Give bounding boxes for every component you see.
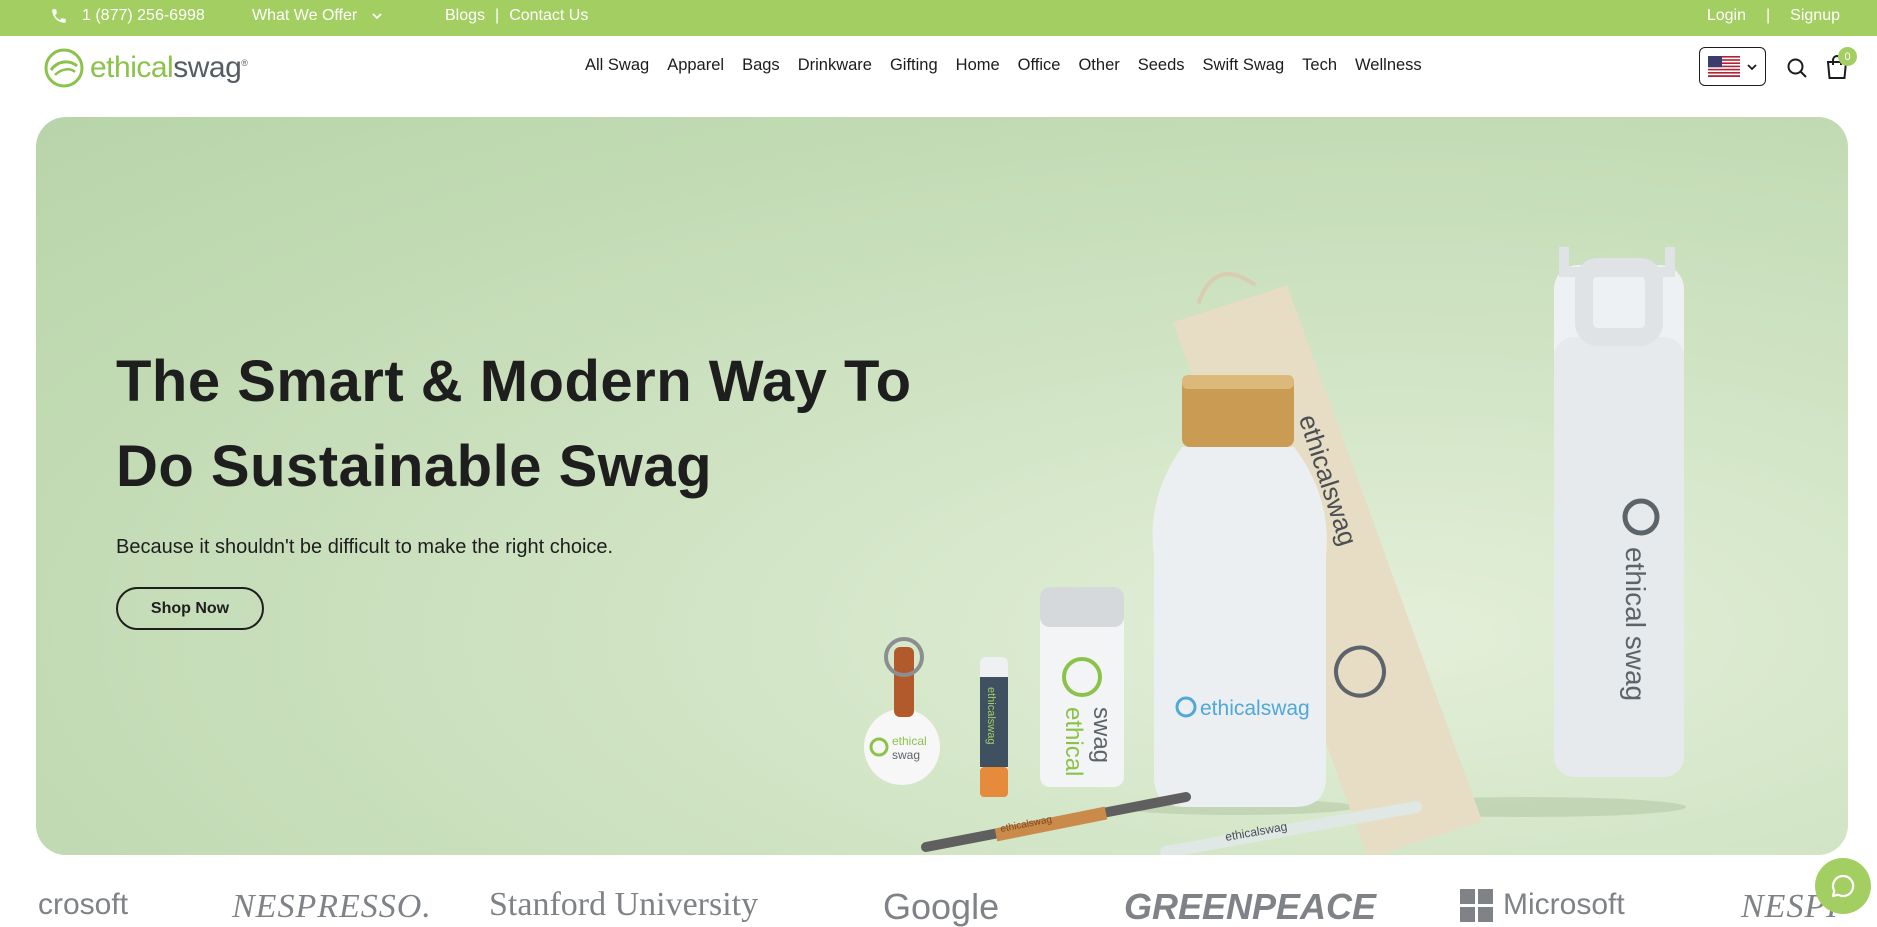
- nav-apparel[interactable]: Apparel: [667, 56, 724, 75]
- brand-logo-nespresso: NESPRESSO.: [232, 888, 432, 925]
- auth-separator: |: [1766, 7, 1771, 24]
- phone-link[interactable]: 1 (877) 256-6998: [50, 7, 205, 25]
- search-icon[interactable]: [1785, 56, 1809, 80]
- logo-text-swag: swag: [173, 51, 242, 84]
- nav-wellness[interactable]: Wellness: [1355, 56, 1422, 75]
- nav-office[interactable]: Office: [1018, 56, 1061, 75]
- chat-button[interactable]: [1815, 858, 1871, 914]
- hero-title: The Smart & Modern Way To Do Sustainable…: [116, 339, 1016, 509]
- tall-flask: ethical swag: [1554, 247, 1684, 777]
- contact-us-link[interactable]: Contact Us: [509, 7, 588, 25]
- microsoft-grid-icon: [1460, 888, 1493, 922]
- nav-other[interactable]: Other: [1078, 56, 1119, 75]
- topbar-links: Blogs | Contact Us: [445, 7, 588, 25]
- blogs-link[interactable]: Blogs: [445, 7, 485, 25]
- brand-logo-microsoft-2: Microsoft: [1460, 888, 1625, 922]
- nav-all-swag[interactable]: All Swag: [585, 56, 649, 75]
- hero-title-line-2: Do Sustainable Swag: [116, 434, 713, 499]
- main-header: ethicalswag® All Swag Apparel Bags Drink…: [0, 36, 1877, 116]
- keychain-label-2: swag: [892, 748, 920, 762]
- hero-title-line-1: The Smart & Modern Way To: [116, 349, 912, 414]
- logo-registered-mark: ®: [241, 58, 248, 68]
- brand-logo-greenpeace: GREENPEACE: [1124, 886, 1377, 927]
- power-bank: ethical swag: [1040, 587, 1124, 787]
- leaf-logo-icon: [44, 48, 84, 88]
- flask-label: ethical swag: [1620, 547, 1651, 701]
- hero-banner: ethical swag ethicalswag ethicalswag eth…: [36, 117, 1848, 855]
- nav-swift-swag[interactable]: Swift Swag: [1203, 56, 1285, 75]
- phone-number: 1 (877) 256-6998: [82, 7, 205, 24]
- main-nav: All Swag Apparel Bags Drinkware Gifting …: [585, 56, 1422, 75]
- keychain: ethical swag: [864, 637, 940, 785]
- what-we-offer-label: What We Offer: [252, 7, 358, 24]
- chevron-down-icon: [1746, 63, 1757, 70]
- logo-text-ethical: ethical: [90, 51, 174, 84]
- lipbalm-label: ethicalswag: [985, 687, 997, 744]
- battery-label-1: ethical: [1060, 707, 1087, 776]
- link-separator: |: [495, 7, 500, 24]
- site-logo[interactable]: ethicalswag®: [44, 48, 248, 88]
- nav-gifting[interactable]: Gifting: [890, 56, 938, 75]
- keychain-label-1: ethical: [892, 734, 927, 748]
- what-we-offer-dropdown[interactable]: What We Offer: [252, 7, 383, 25]
- chevron-down-icon: [372, 13, 382, 20]
- bamboo-pen: ethicalswag: [921, 792, 1191, 852]
- us-flag-icon: [1707, 56, 1740, 77]
- brand-logo-stanford: Stanford University: [489, 886, 759, 923]
- shop-now-button[interactable]: Shop Now: [116, 587, 264, 630]
- bottle-label: ethicalswag: [1200, 697, 1310, 720]
- logo-wordmark: ethicalswag®: [90, 51, 248, 85]
- top-utility-bar: 1 (877) 256-6998 What We Offer Blogs | C…: [0, 0, 1877, 36]
- battery-label-2: swag: [1088, 707, 1115, 763]
- microsoft-wordmark: Microsoft: [1503, 888, 1625, 921]
- country-selector[interactable]: [1699, 47, 1766, 86]
- brand-logo-google: Google: [883, 886, 1000, 927]
- nav-seeds[interactable]: Seeds: [1138, 56, 1185, 75]
- hero-subtitle: Because it shouldn't be difficult to mak…: [116, 536, 614, 558]
- nav-bags[interactable]: Bags: [742, 56, 780, 75]
- chat-bubble-icon: [1831, 874, 1855, 898]
- client-logo-strip: crosoft NESPRESSO. Stanford University G…: [0, 880, 1877, 927]
- phone-icon: [52, 9, 66, 23]
- signup-link[interactable]: Signup: [1790, 7, 1840, 25]
- login-link[interactable]: Login: [1707, 7, 1746, 25]
- cart-count-badge: 0: [1838, 47, 1857, 66]
- nav-drinkware[interactable]: Drinkware: [798, 56, 872, 75]
- nav-home[interactable]: Home: [956, 56, 1000, 75]
- brand-logo-microsoft: crosoft: [38, 888, 129, 921]
- auth-links: Login | Signup: [1707, 7, 1840, 25]
- lip-balm: ethicalswag: [980, 657, 1008, 797]
- nav-tech[interactable]: Tech: [1302, 56, 1337, 75]
